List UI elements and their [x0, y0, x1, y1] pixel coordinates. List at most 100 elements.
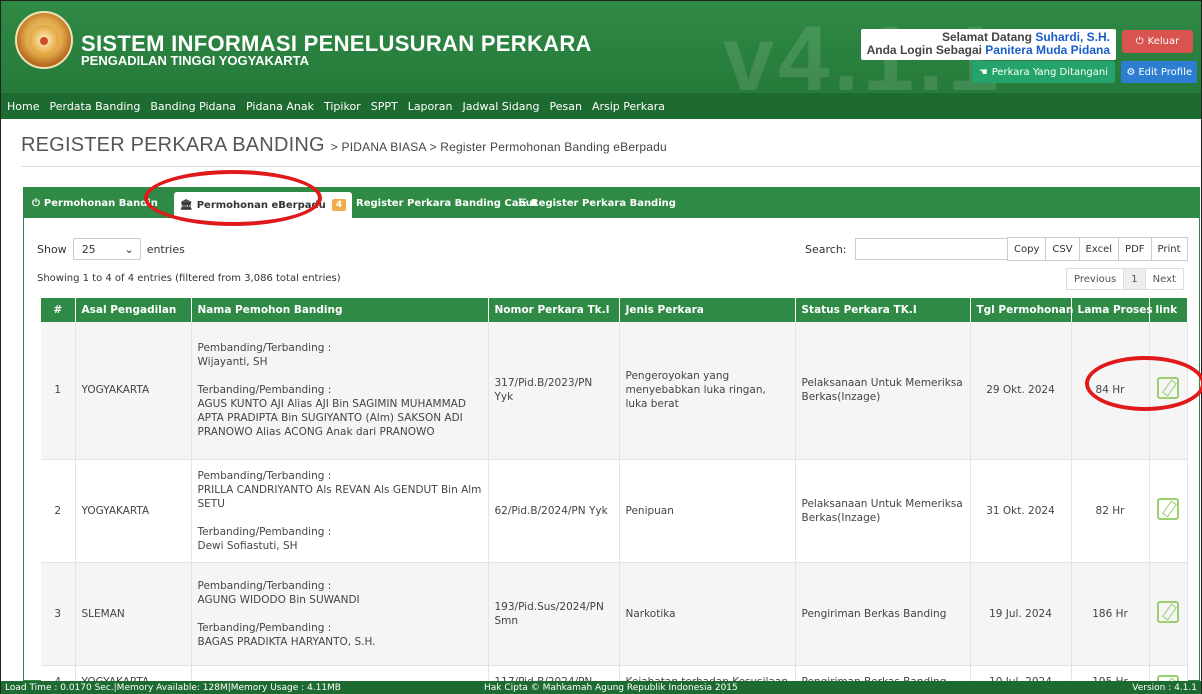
handled-cases-button[interactable]: ☚ Perkara Yang Ditangani: [971, 61, 1115, 83]
row-number: 2: [41, 459, 76, 563]
main-nav: Home Perdata Banding Banding Pidana Pida…: [1, 93, 1201, 119]
print-button[interactable]: Print: [1150, 237, 1188, 261]
jenis-perkara: Penipuan: [619, 459, 796, 563]
nav-arsip-perkara[interactable]: Arsip Perkara: [587, 100, 670, 113]
nomor-perkara: 317/Pid.B/2023/PN Yyk: [488, 322, 620, 460]
excel-button[interactable]: Excel: [1078, 237, 1120, 261]
count-badge: 4: [331, 199, 347, 211]
table-info: Showing 1 to 4 of 4 entries (filtered fr…: [37, 273, 341, 284]
col-status-perkara[interactable]: Status Perkara TK.I: [795, 298, 971, 322]
annotation-circle-lama-proses: [1085, 356, 1202, 411]
col-link[interactable]: link: [1149, 298, 1188, 322]
asal-pengadilan: YOGYAKARTA: [75, 322, 192, 460]
edit-icon[interactable]: [1157, 600, 1179, 623]
edit-profile-label: Edit Profile: [1138, 66, 1192, 78]
edit-profile-button[interactable]: ⚙ Edit Profile: [1121, 61, 1197, 83]
col-nama-pemohon[interactable]: Nama Pemohon Banding: [191, 298, 489, 322]
col-tgl-permohonan[interactable]: Tgl Permohonan: [970, 298, 1073, 322]
pemohon-b: BAGAS PRADIKTA HARYANTO, S.H.: [197, 635, 376, 648]
lama-proses: 82 Hr: [1071, 459, 1150, 563]
table-row: 1 YOGYAKARTA Pembanding/Terbanding : Wij…: [41, 322, 1188, 460]
tab-label: Register Perkara Banding: [530, 198, 676, 209]
copy-button[interactable]: Copy: [1007, 237, 1047, 261]
entries-control: Show 25 ⌄ entries: [37, 238, 185, 260]
pemohon-a-label: Pembanding/Terbanding :: [197, 579, 332, 592]
nomor-perkara: 62/Pid.B/2024/PN Yyk: [488, 459, 620, 563]
next-button[interactable]: Next: [1144, 268, 1184, 290]
jenis-perkara: Pengeroyokan yang menyebabkan luka ringa…: [619, 322, 796, 460]
nav-home[interactable]: Home: [2, 100, 44, 113]
search-input[interactable]: [854, 238, 1015, 260]
col-nomor-perkara[interactable]: Nomor Perkara Tk.I: [488, 298, 620, 322]
pdf-button[interactable]: PDF: [1118, 237, 1152, 261]
nav-jadwal-sidang[interactable]: Jadwal Sidang: [458, 100, 545, 113]
logout-label: Keluar: [1147, 36, 1180, 47]
breadcrumb: > PIDANA BIASA > Register Permohonan Ban…: [330, 140, 667, 154]
nama-pemohon: Pembanding/Terbanding : Wijayanti, SH Te…: [191, 322, 489, 460]
show-label: Show: [37, 242, 67, 256]
col-lama-proses[interactable]: Lama Proses: [1071, 298, 1153, 322]
search-label: Search:: [805, 242, 847, 256]
entries-label: entries: [146, 242, 185, 256]
search-control: Search:: [805, 238, 1015, 260]
logout-button[interactable]: ⏻ Keluar: [1122, 30, 1193, 53]
nav-perdata-banding[interactable]: Perdata Banding: [44, 100, 145, 113]
entries-select[interactable]: 25 ⌄: [72, 238, 141, 260]
app-subtitle: PENGADILAN TINGGI YOGYAKARTA: [81, 53, 310, 68]
nama-pemohon: Pembanding/Terbanding : AGUNG WIDODO Bin…: [191, 562, 489, 666]
title-divider: [21, 166, 1201, 167]
col-asal-pengadilan[interactable]: Asal Pengadilan: [75, 298, 192, 322]
welcome-prefix: Selamat Datang: [941, 30, 1032, 44]
tab-register-banding[interactable]: ☰ Register Perkara Banding: [512, 193, 682, 214]
tab-label: Permohonan Bandin: [43, 198, 158, 209]
welcome-box: Selamat Datang Suhardi, S.H. Anda Login …: [860, 29, 1116, 60]
row-number: 1: [41, 322, 76, 460]
lama-proses: 186 Hr: [1071, 562, 1150, 666]
nav-pesan[interactable]: Pesan: [545, 100, 587, 113]
nama-pemohon: Pembanding/Terbanding : PRILLA CANDRIYAN…: [191, 459, 489, 563]
col-number[interactable]: #: [41, 298, 76, 322]
nomor-perkara: 193/Pid.Sus/2024/PN Smn: [488, 562, 620, 666]
pemohon-b-label: Terbanding/Pembanding :: [197, 525, 332, 538]
list-icon: ☰: [518, 198, 527, 209]
col-jenis-perkara[interactable]: Jenis Perkara: [619, 298, 796, 322]
pemohon-a: PRILLA CANDRIYANTO Als REVAN Als GENDUT …: [197, 483, 482, 510]
table-row: 3 SLEMAN Pembanding/Terbanding : AGUNG W…: [41, 562, 1188, 666]
tgl-permohonan: 31 Okt. 2024: [970, 459, 1072, 563]
nav-tipikor[interactable]: Tipikor: [319, 100, 366, 113]
csv-button[interactable]: CSV: [1045, 237, 1080, 261]
pemohon-b: AGUS KUNTO AJI Alias AJI Bin SAGIMIN MUH…: [197, 398, 466, 439]
pemohon-b-label: Terbanding/Pembanding :: [197, 621, 332, 634]
link-cell: [1149, 459, 1188, 563]
hand-pointer-icon: ☚: [978, 66, 988, 78]
footer-version: Version : 4.1.1: [1132, 682, 1197, 693]
asal-pengadilan: YOGYAKARTA: [75, 459, 192, 563]
pagination: Previous 1 Next: [1066, 268, 1184, 290]
table-header-row: # Asal Pengadilan Nama Pemohon Banding N…: [41, 298, 1188, 322]
footer-copyright: Hak Cipta © Mahkamah Agung Republik Indo…: [484, 682, 738, 693]
pemohon-a: AGUNG WIDODO Bin SUWANDI: [197, 593, 360, 606]
tgl-permohonan: 29 Okt. 2024: [970, 322, 1072, 460]
nav-laporan[interactable]: Laporan: [403, 100, 458, 113]
handled-cases-label: Perkara Yang Ditangani: [991, 66, 1108, 78]
power-icon: ⏻: [1135, 36, 1144, 47]
app-header: SISTEM INFORMASI PENELUSURAN PERKARA PEN…: [1, 1, 1201, 93]
pemohon-a-label: Pembanding/Terbanding :: [197, 469, 332, 482]
table-row: 2 YOGYAKARTA Pembanding/Terbanding : PRI…: [41, 459, 1188, 563]
login-prefix: Anda Login Sebagai: [866, 43, 982, 57]
status-perkara: Pelaksanaan Untuk Memeriksa Berkas(Inzag…: [795, 322, 971, 460]
page-1-button[interactable]: 1: [1123, 268, 1146, 290]
cases-table: # Asal Pengadilan Nama Pemohon Banding N…: [41, 298, 1188, 694]
annotation-circle-tab: [144, 170, 322, 226]
edit-icon[interactable]: [1157, 497, 1179, 520]
row-number: 3: [41, 562, 76, 666]
nav-sppt[interactable]: SPPT: [366, 100, 403, 113]
gear-icon: ⚙: [1126, 66, 1136, 78]
tgl-permohonan: 19 Jul. 2024: [970, 562, 1072, 666]
entries-value: 25: [81, 242, 96, 256]
jenis-perkara: Narkotika: [619, 562, 796, 666]
nav-banding-pidana[interactable]: Banding Pidana: [145, 100, 241, 113]
nav-pidana-anak[interactable]: Pidana Anak: [241, 100, 319, 113]
previous-button[interactable]: Previous: [1066, 268, 1125, 290]
chevron-down-icon: ⌄: [124, 242, 134, 256]
